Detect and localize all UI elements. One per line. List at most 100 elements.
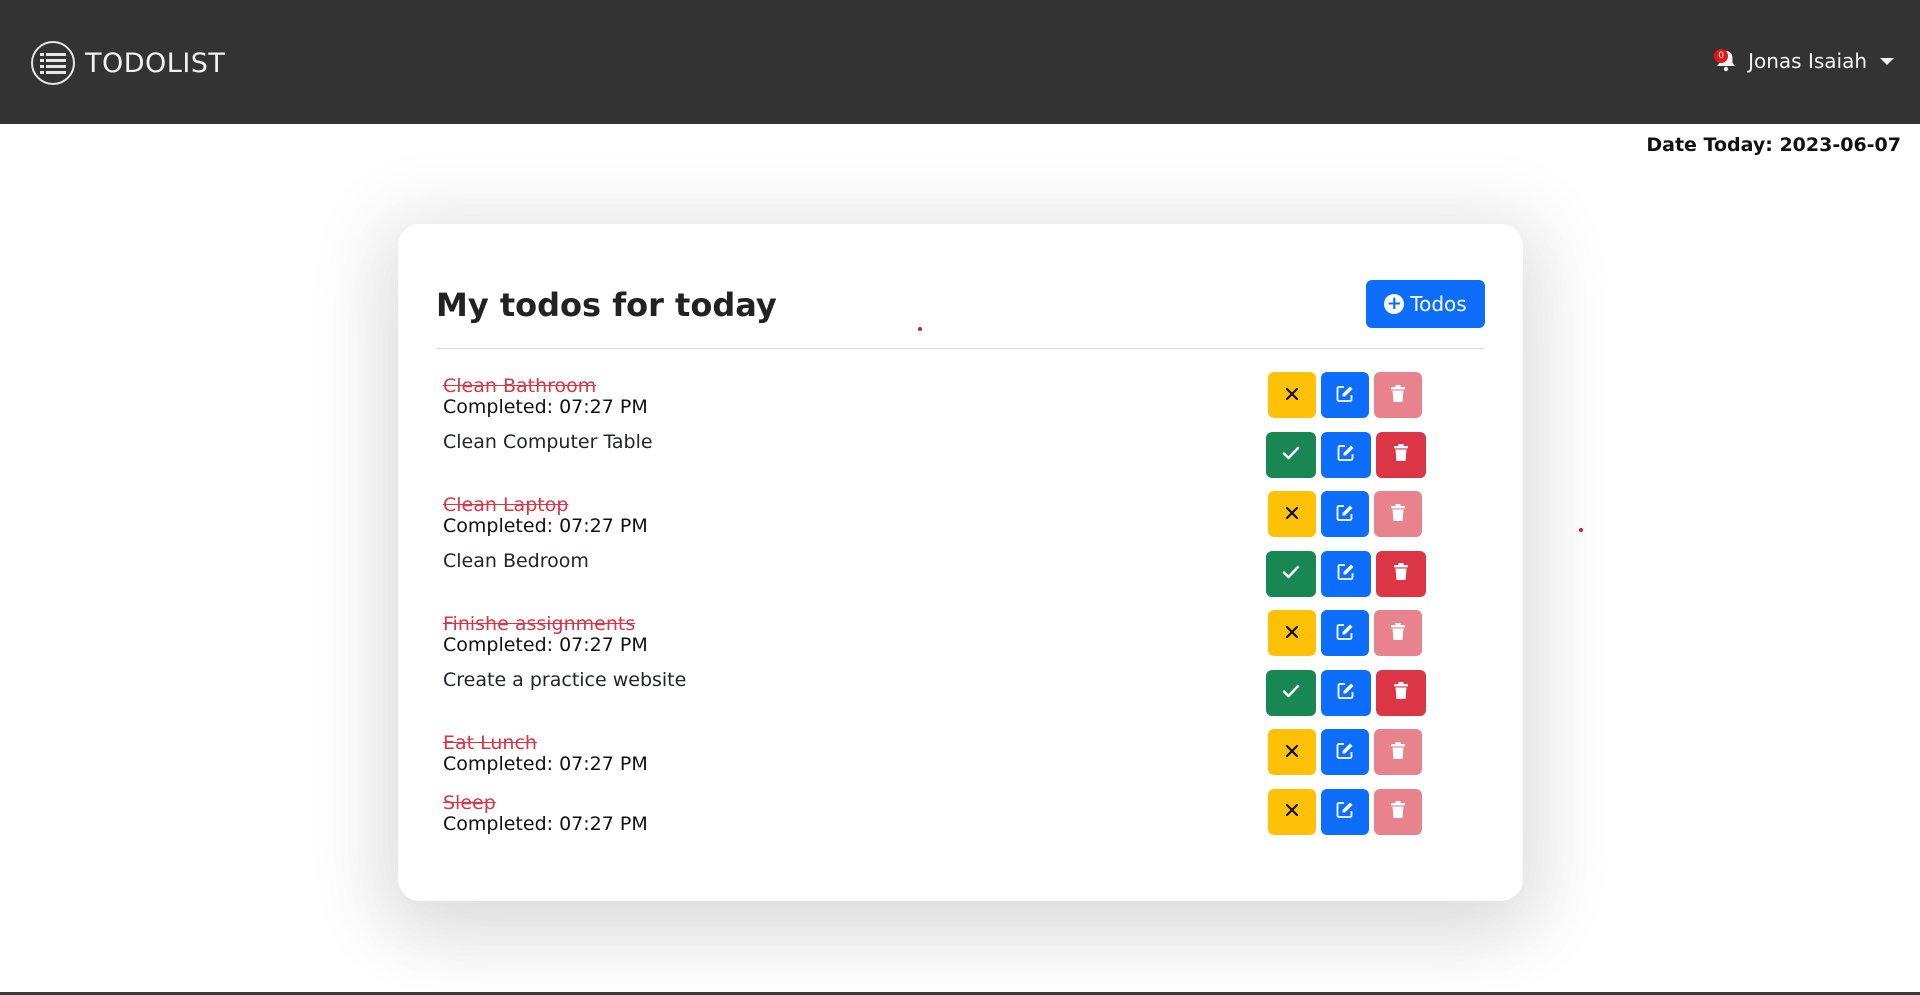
trash-icon bbox=[1390, 503, 1406, 525]
edit-icon bbox=[1335, 384, 1355, 407]
edit-todo-button[interactable] bbox=[1321, 550, 1371, 597]
trash-icon bbox=[1390, 622, 1406, 644]
check-icon bbox=[1282, 683, 1300, 702]
todo-completed-time: Completed: 07:27 PM bbox=[443, 396, 648, 418]
todo-actions bbox=[1268, 610, 1422, 656]
x-icon bbox=[1284, 802, 1300, 821]
todo-actions bbox=[1268, 788, 1422, 835]
edit-icon bbox=[1336, 443, 1356, 466]
todo-title: Clean Laptop bbox=[443, 494, 569, 516]
mark-incomplete-button[interactable] bbox=[1268, 372, 1316, 418]
mark-incomplete-button[interactable] bbox=[1268, 729, 1316, 775]
trash-icon bbox=[1390, 801, 1406, 822]
x-icon bbox=[1284, 505, 1300, 524]
todo-title: Finishe assignments bbox=[443, 613, 636, 635]
delete-todo-button[interactable] bbox=[1374, 788, 1422, 835]
todo-item: Finishe assignments Completed: 07:27 PM bbox=[398, 610, 1523, 670]
mark-complete-button[interactable] bbox=[1266, 431, 1316, 478]
delete-todo-button[interactable] bbox=[1376, 550, 1426, 597]
edit-icon bbox=[1335, 800, 1355, 823]
delete-todo-button[interactable] bbox=[1374, 491, 1422, 537]
trash-icon bbox=[1393, 563, 1409, 584]
delete-todo-button[interactable] bbox=[1374, 610, 1422, 656]
edit-todo-button[interactable] bbox=[1321, 372, 1369, 418]
mark-complete-button[interactable] bbox=[1266, 550, 1316, 597]
x-icon bbox=[1284, 624, 1300, 643]
todo-item: Eat Lunch Completed: 07:27 PM bbox=[398, 729, 1523, 789]
add-todos-label: Todos bbox=[1410, 292, 1467, 316]
edit-todo-button[interactable] bbox=[1321, 669, 1371, 716]
edit-icon bbox=[1336, 681, 1356, 704]
todo-list: Clean Bathroom Completed: 07:27 PM Clean C… bbox=[398, 372, 1523, 848]
mark-incomplete-button[interactable] bbox=[1268, 788, 1316, 835]
trash-icon bbox=[1393, 444, 1409, 465]
todo-item: Clean Bathroom Completed: 07:27 PM bbox=[398, 372, 1523, 432]
todo-text: Sleep Completed: 07:27 PM bbox=[443, 791, 648, 835]
todo-actions bbox=[1268, 729, 1422, 775]
x-icon bbox=[1284, 743, 1300, 762]
todo-title: Create a practice website bbox=[443, 668, 687, 691]
decor-dot bbox=[1579, 528, 1583, 532]
todo-title: Clean Bedroom bbox=[443, 549, 589, 572]
trash-icon bbox=[1390, 741, 1406, 763]
mark-incomplete-button[interactable] bbox=[1268, 491, 1316, 537]
todo-title: Clean Computer Table bbox=[443, 430, 653, 453]
edit-icon bbox=[1335, 622, 1355, 645]
notification-count-badge: 0 bbox=[1714, 49, 1729, 63]
add-todos-button[interactable]: + Todos bbox=[1366, 280, 1485, 328]
todo-actions bbox=[1266, 431, 1426, 478]
edit-icon bbox=[1335, 741, 1355, 764]
brand-name: TODOLIST bbox=[85, 47, 226, 79]
todo-text: Finishe assignments Completed: 07:27 PM bbox=[443, 614, 648, 656]
top-navbar: TODOLIST 0 Jonas Isaiah bbox=[0, 0, 1920, 124]
todo-actions bbox=[1268, 372, 1422, 418]
user-menu-dropdown[interactable]: 0 Jonas Isaiah bbox=[1713, 44, 1894, 78]
todo-title: Clean Bathroom bbox=[443, 375, 597, 397]
edit-todo-button[interactable] bbox=[1321, 729, 1369, 775]
delete-todo-button[interactable] bbox=[1374, 372, 1422, 418]
trash-icon bbox=[1390, 384, 1406, 406]
user-name: Jonas Isaiah bbox=[1748, 49, 1867, 73]
decor-dot bbox=[918, 327, 922, 331]
plus-circle-icon: + bbox=[1384, 294, 1405, 314]
todo-item: Sleep Completed: 07:27 PM bbox=[398, 788, 1523, 849]
todo-text: Clean Computer Table bbox=[443, 430, 653, 453]
delete-todo-button[interactable] bbox=[1376, 669, 1426, 716]
bell-icon[interactable]: 0 bbox=[1713, 48, 1739, 74]
todo-completed-time: Completed: 07:27 PM bbox=[443, 753, 648, 775]
card-title: My todos for today bbox=[436, 286, 777, 324]
edit-todo-button[interactable] bbox=[1321, 431, 1371, 478]
todo-title: Sleep bbox=[443, 791, 496, 814]
check-icon bbox=[1282, 445, 1300, 464]
todo-completed-time: Completed: 07:27 PM bbox=[443, 812, 648, 835]
todo-text: Clean Bathroom Completed: 07:27 PM bbox=[443, 376, 648, 418]
todo-title: Eat Lunch bbox=[443, 732, 537, 754]
list-circle-icon bbox=[31, 41, 75, 85]
todo-item: Clean Bedroom bbox=[398, 549, 1523, 611]
edit-todo-button[interactable] bbox=[1321, 610, 1369, 656]
todo-item: Clean Laptop Completed: 07:27 PM bbox=[398, 491, 1523, 551]
delete-todo-button[interactable] bbox=[1376, 431, 1426, 478]
mark-incomplete-button[interactable] bbox=[1268, 610, 1316, 656]
todo-completed-time: Completed: 07:27 PM bbox=[443, 515, 648, 537]
todo-text: Eat Lunch Completed: 07:27 PM bbox=[443, 733, 648, 775]
mark-complete-button[interactable] bbox=[1266, 669, 1316, 716]
chevron-down-icon bbox=[1880, 57, 1894, 65]
todo-actions bbox=[1266, 669, 1426, 716]
todo-text: Create a practice website bbox=[443, 668, 687, 691]
todo-actions bbox=[1266, 550, 1426, 597]
todo-completed-time: Completed: 07:27 PM bbox=[443, 634, 648, 656]
todo-item: Clean Computer Table bbox=[398, 430, 1523, 492]
todo-item: Create a practice website bbox=[398, 668, 1523, 730]
todo-text: Clean Laptop Completed: 07:27 PM bbox=[443, 495, 648, 537]
todo-text: Clean Bedroom bbox=[443, 549, 589, 572]
date-today: Date Today: 2023-06-07 bbox=[1646, 134, 1901, 156]
brand-link[interactable]: TODOLIST bbox=[31, 39, 225, 87]
edit-todo-button[interactable] bbox=[1321, 491, 1369, 537]
divider bbox=[436, 348, 1485, 349]
todos-card: My todos for today + Todos Clean Bathroo… bbox=[398, 224, 1523, 901]
trash-icon bbox=[1393, 682, 1409, 703]
edit-icon bbox=[1336, 562, 1356, 585]
edit-todo-button[interactable] bbox=[1321, 788, 1369, 835]
delete-todo-button[interactable] bbox=[1374, 729, 1422, 775]
